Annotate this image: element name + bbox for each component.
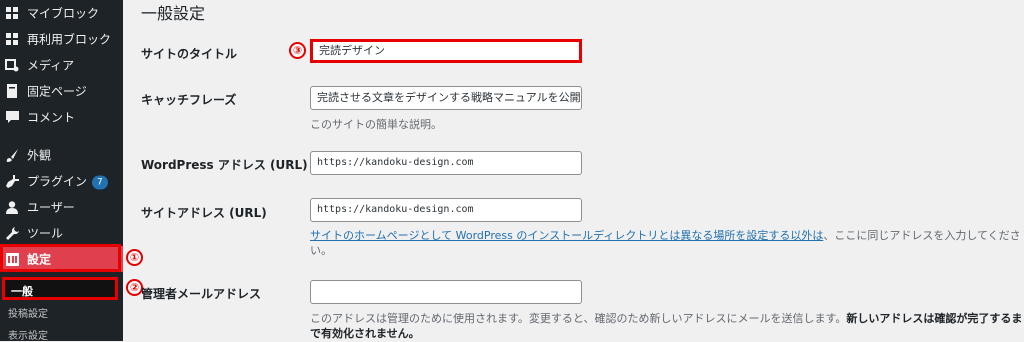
- site-address-desc-line2: い。: [310, 244, 332, 257]
- update-count-badge: 7: [92, 175, 108, 189]
- user-icon: [5, 200, 19, 214]
- submenu-item-reading[interactable]: 表示設定: [0, 327, 123, 342]
- callout-3: ③: [289, 42, 306, 59]
- submenu-item-general[interactable]: 一般: [2, 277, 118, 300]
- wp-address-label: WordPress アドレス (URL): [141, 158, 308, 172]
- sidebar-item-label: 固定ページ: [27, 84, 87, 99]
- site-address-help-link[interactable]: サイトのホームページとして WordPress のインストールディレクトリとは異…: [310, 229, 823, 242]
- admin-email-description: このアドレスは管理のために使用されます。変更すると、確認のため新しいアドレスにメ…: [310, 310, 1022, 326]
- callout-1: ①: [126, 249, 143, 266]
- site-address-desc-text: 、ここに同じアドレスを入力してくださ: [823, 229, 1021, 242]
- sidebar-item-label: 外観: [27, 148, 52, 163]
- wp-address-input[interactable]: https://kandoku-design.com: [310, 151, 582, 175]
- site-address-description: サイトのホームページとして WordPress のインストールディレクトリとは異…: [310, 227, 1021, 243]
- site-address-input[interactable]: https://kandoku-design.com: [310, 198, 582, 222]
- submenu-item-label: 一般: [11, 285, 33, 298]
- sidebar-item-label: ツール: [27, 226, 64, 241]
- site-title-input[interactable]: 完読デザイン: [310, 39, 582, 63]
- admin-email-desc-text: このアドレスは管理のために使用されます。変更すると、確認のため新しいアドレスにメ…: [310, 312, 847, 325]
- sidebar-item-users[interactable]: ユーザー: [0, 194, 123, 220]
- sidebar-item-pages[interactable]: 固定ページ: [0, 78, 123, 104]
- sidebar-item-reusable-blocks[interactable]: 再利用ブロック: [0, 26, 123, 52]
- sidebar-item-media[interactable]: メディア: [0, 52, 123, 78]
- grid-icon: [5, 6, 19, 20]
- sidebar-item-label: 再利用ブロック: [27, 32, 112, 47]
- comment-icon: [5, 110, 19, 124]
- admin-email-desc-bold-line2: で有効化されません。: [310, 327, 420, 340]
- sidebar-item-tools[interactable]: ツール: [0, 220, 123, 246]
- grid-icon: [5, 32, 19, 46]
- submenu-item-writing[interactable]: 投稿設定: [0, 305, 123, 320]
- settings-highlight-box: [0, 244, 121, 272]
- sidebar-item-comments[interactable]: コメント: [0, 104, 123, 130]
- sidebar-item-label: プラグイン: [27, 174, 88, 189]
- site-address-label: サイトアドレス (URL): [141, 206, 267, 220]
- admin-email-label: 管理者メールアドレス: [141, 287, 262, 301]
- paintbrush-icon: [5, 148, 19, 162]
- admin-sidebar: マイブロック 再利用ブロック メディア 固定ページ コメント 外観 プラグイン …: [0, 0, 123, 342]
- site-title-label: サイトのタイトル: [141, 47, 238, 61]
- sidebar-item-plugins[interactable]: プラグイン 7: [0, 168, 123, 194]
- admin-email-desc-bold: 新しいアドレスは確認が完了するま: [846, 312, 1023, 325]
- plugin-icon: [5, 174, 19, 188]
- tagline-description: このサイトの簡単な説明。: [310, 118, 442, 131]
- page-icon: [5, 84, 19, 98]
- admin-email-input[interactable]: [310, 280, 582, 304]
- media-icon: [5, 58, 19, 72]
- sidebar-item-appearance[interactable]: 外観: [0, 142, 123, 168]
- tagline-input[interactable]: 完読させる文章をデザインする戦略マニュアルを公開: [310, 86, 582, 110]
- sidebar-item-label: ユーザー: [27, 200, 75, 215]
- wrench-icon: [5, 226, 19, 240]
- tagline-label: キャッチフレーズ: [141, 93, 237, 107]
- admin-email-desc-line2: で有効化されません。: [310, 325, 420, 341]
- sidebar-item-label: メディア: [27, 58, 75, 73]
- sidebar-item-my-blocks[interactable]: マイブロック: [0, 0, 123, 26]
- sidebar-item-label: マイブロック: [27, 6, 100, 21]
- sidebar-item-label: コメント: [27, 110, 76, 125]
- page-title: 一般設定: [141, 4, 206, 23]
